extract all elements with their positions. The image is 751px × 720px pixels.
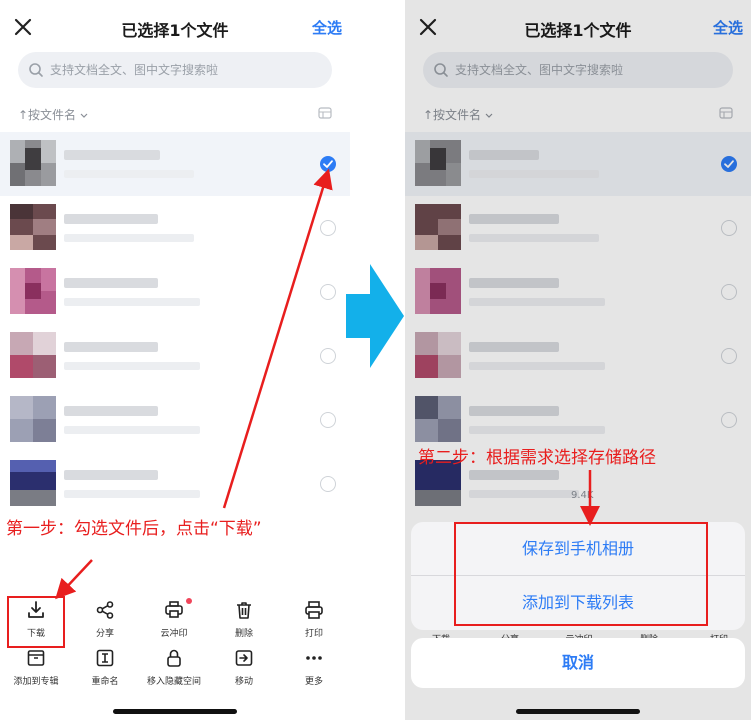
select-all-button[interactable]: 全选 (312, 17, 342, 38)
file-thumbnail (10, 204, 56, 250)
home-indicator (516, 709, 640, 714)
file-thumbnail (10, 396, 56, 442)
page-title: 已选择1个文件 (121, 21, 229, 40)
share-button[interactable]: 分享 (70, 600, 140, 639)
file-row[interactable] (0, 260, 350, 324)
file-meta (64, 490, 200, 498)
add-to-album-button[interactable]: 添加到专辑 (1, 648, 71, 687)
cloud-print-button[interactable]: 云冲印 (139, 598, 209, 639)
search-icon (29, 63, 43, 77)
print-icon (305, 601, 323, 619)
file-meta (64, 298, 200, 306)
trash-icon (237, 602, 251, 619)
more-button[interactable]: 更多 (279, 648, 349, 687)
delete-button[interactable]: 删除 (209, 600, 279, 639)
rename-button[interactable]: 重命名 (70, 648, 140, 687)
file-name (64, 214, 158, 224)
file-row[interactable] (0, 196, 350, 260)
search-input[interactable]: 支持文档全文、图中文字搜索啦 (18, 52, 332, 88)
share-icon (96, 601, 114, 619)
file-row[interactable] (0, 452, 350, 516)
printer-icon (165, 601, 183, 618)
move-button[interactable]: 移动 (209, 648, 279, 687)
file-row[interactable] (0, 132, 350, 196)
home-indicator (113, 709, 237, 714)
file-meta (64, 170, 194, 178)
layout-toggle-icon[interactable] (318, 107, 332, 119)
step-arrow-icon (346, 264, 404, 368)
download-highlight-box (7, 596, 65, 648)
lock-icon (167, 649, 181, 667)
unselected-check-icon[interactable] (320, 476, 336, 492)
cancel-button[interactable]: 取消 (411, 638, 745, 688)
file-meta (64, 362, 200, 370)
file-row[interactable] (0, 388, 350, 452)
move-icon (235, 650, 253, 666)
more-icon (306, 656, 322, 660)
file-row[interactable] (0, 324, 350, 388)
unselected-check-icon[interactable] (320, 284, 336, 300)
notification-dot-icon (186, 598, 192, 604)
rename-icon (96, 649, 114, 667)
sheet-highlight-box (454, 522, 708, 626)
step1-annotation: 第一步：勾选文件后，点击“下载” (6, 519, 262, 539)
file-thumbnail (10, 332, 56, 378)
file-thumbnail (10, 460, 56, 506)
unselected-check-icon[interactable] (320, 412, 336, 428)
file-name (64, 406, 158, 416)
file-name (64, 150, 160, 160)
step2-annotation: 第二步：根据需求选择存储路径 (418, 448, 656, 468)
file-meta (64, 234, 194, 242)
sort-button[interactable]: ↑按文件名 (18, 106, 88, 123)
file-name (64, 342, 158, 352)
file-thumbnail (10, 140, 56, 186)
unselected-check-icon[interactable] (320, 220, 336, 236)
file-meta (64, 426, 200, 434)
search-placeholder: 支持文档全文、图中文字搜索啦 (50, 63, 219, 77)
file-thumbnail (10, 268, 56, 314)
chevron-down-icon (80, 113, 88, 118)
album-icon (27, 650, 45, 666)
selected-check-icon[interactable] (320, 156, 336, 172)
file-name (64, 278, 158, 288)
file-list (0, 132, 350, 516)
file-name (64, 470, 158, 480)
unselected-check-icon[interactable] (320, 348, 336, 364)
print-button[interactable]: 打印 (279, 600, 349, 639)
move-to-hidden-space-button[interactable]: 移入隐藏空间 (139, 648, 209, 687)
sort-bar: ↑按文件名 (18, 104, 332, 124)
top-bar: 已选择1个文件 全选 (0, 0, 350, 56)
